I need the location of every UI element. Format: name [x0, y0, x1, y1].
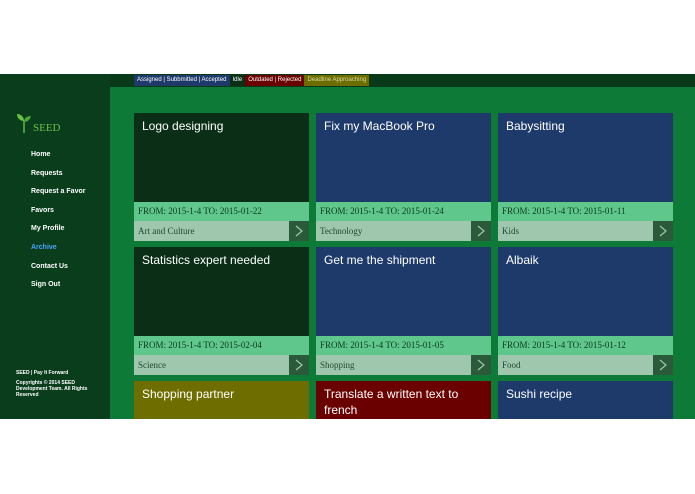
- card-dates: FROM: 2015-1-4 TO: 2015-01-22: [134, 202, 309, 221]
- card-category: Kids: [498, 221, 653, 241]
- card-title[interactable]: Babysitting: [506, 118, 665, 134]
- nav-requests[interactable]: Requests: [31, 169, 85, 188]
- favor-card[interactable]: Babysitting FROM: 2015-1-4 TO: 2015-01-1…: [498, 113, 673, 241]
- card-category: Art and Culture: [134, 221, 289, 241]
- open-card-button[interactable]: [653, 221, 673, 241]
- chevron-right-icon: [477, 359, 485, 371]
- card-title[interactable]: Shopping partner: [142, 386, 301, 402]
- nav-request-a-favor[interactable]: Request a Favor: [31, 187, 85, 206]
- brand-name: SEED: [33, 122, 61, 134]
- nav-my-profile[interactable]: My Profile: [31, 224, 85, 243]
- chevron-right-icon: [295, 225, 303, 237]
- nav-favors[interactable]: Favors: [31, 206, 85, 225]
- favor-card[interactable]: Translate a written text to french: [316, 381, 491, 419]
- brand-logo[interactable]: SEED: [16, 112, 61, 134]
- favor-card[interactable]: Statistics expert needed FROM: 2015-1-4 …: [134, 247, 309, 375]
- favor-card[interactable]: Fix my MacBook Pro FROM: 2015-1-4 TO: 20…: [316, 113, 491, 241]
- chevron-right-icon: [477, 225, 485, 237]
- card-footer: Science: [134, 355, 309, 375]
- card-dates: FROM: 2015-1-4 TO: 2015-01-12: [498, 336, 673, 355]
- open-card-button[interactable]: [289, 355, 309, 375]
- card-title[interactable]: Statistics expert needed: [142, 252, 301, 268]
- favor-card[interactable]: Albaik FROM: 2015-1-4 TO: 2015-01-12 Foo…: [498, 247, 673, 375]
- footer-copyright: Copyrights © 2014 SEED Development Team.…: [16, 380, 88, 398]
- favor-card[interactable]: Shopping partner: [134, 381, 309, 419]
- favor-card[interactable]: Logo designing FROM: 2015-1-4 TO: 2015-0…: [134, 113, 309, 241]
- card-dates: FROM: 2015-1-4 TO: 2015-01-05: [316, 336, 491, 355]
- card-footer: Food: [498, 355, 673, 375]
- chevron-right-icon: [659, 359, 667, 371]
- legend-assigned: Assigned | Subbmitted | Accepted: [134, 75, 230, 86]
- app-window: Assigned | Subbmitted | Accepted Idle Ou…: [0, 74, 695, 419]
- nav-archive[interactable]: Archive: [31, 243, 85, 262]
- card-category: Food: [498, 355, 653, 375]
- card-footer: Shopping: [316, 355, 491, 375]
- card-dates: FROM: 2015-1-4 TO: 2015-02-04: [134, 336, 309, 355]
- nav-sign-out[interactable]: Sign Out: [31, 280, 85, 299]
- card-category: Shopping: [316, 355, 471, 375]
- card-dates: FROM: 2015-1-4 TO: 2015-01-24: [316, 202, 491, 221]
- card-title[interactable]: Albaik: [506, 252, 665, 268]
- legend-outdated: Outdated | Rejected: [245, 75, 305, 86]
- card-category: Science: [134, 355, 289, 375]
- open-card-button[interactable]: [289, 221, 309, 241]
- sidebar-nav: Home Requests Request a Favor Favors My …: [31, 150, 85, 299]
- sidebar: SEED Home Requests Request a Favor Favor…: [0, 74, 110, 419]
- open-card-button[interactable]: [471, 221, 491, 241]
- card-title[interactable]: Sushi recipe: [506, 386, 665, 402]
- card-title[interactable]: Logo designing: [142, 118, 301, 134]
- chevron-right-icon: [295, 359, 303, 371]
- card-title[interactable]: Get me the shipment: [324, 252, 483, 268]
- open-card-button[interactable]: [471, 355, 491, 375]
- card-title[interactable]: Translate a written text to french: [324, 386, 483, 418]
- sidebar-footer: SEED | Pay It Forward Copyrights © 2014 …: [16, 370, 106, 398]
- legend-idle: Idle: [229, 75, 246, 86]
- open-card-button[interactable]: [653, 355, 673, 375]
- favor-card[interactable]: Get me the shipment FROM: 2015-1-4 TO: 2…: [316, 247, 491, 375]
- footer-tagline: SEED | Pay It Forward: [16, 370, 69, 376]
- card-footer: Technology: [316, 221, 491, 241]
- card-footer: Kids: [498, 221, 673, 241]
- nav-contact-us[interactable]: Contact Us: [31, 262, 85, 281]
- sprout-icon: [17, 114, 31, 134]
- chevron-right-icon: [659, 225, 667, 237]
- card-footer: Art and Culture: [134, 221, 309, 241]
- nav-home[interactable]: Home: [31, 150, 85, 169]
- card-title[interactable]: Fix my MacBook Pro: [324, 118, 483, 134]
- card-dates: FROM: 2015-1-4 TO: 2015-01-11: [498, 202, 673, 221]
- status-legend: Assigned | Subbmitted | Accepted Idle Ou…: [134, 75, 370, 86]
- card-category: Technology: [316, 221, 471, 241]
- legend-deadline: Deadline Approaching: [304, 75, 370, 86]
- favor-card[interactable]: Sushi recipe: [498, 381, 673, 419]
